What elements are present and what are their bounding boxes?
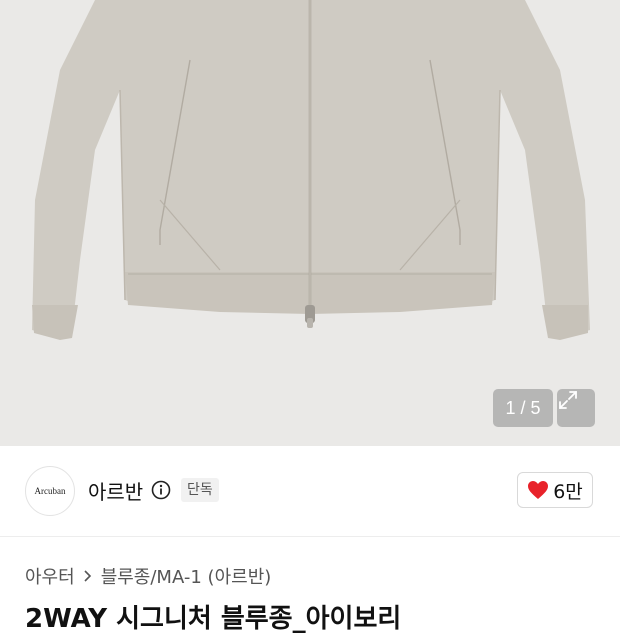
section-divider [0, 536, 620, 537]
product-image [32, 0, 590, 340]
brand-name[interactable]: 아르반 [88, 476, 143, 505]
expand-button[interactable] [557, 389, 595, 427]
chevron-right-icon [84, 570, 91, 582]
like-count: 6만 [553, 480, 583, 503]
product-title: 2WAY 시그니처 블루종_아이보리 [25, 604, 402, 634]
image-counter: 1 / 5 [493, 389, 553, 427]
heart-icon [528, 481, 549, 499]
brand-row: Arcuban 아르반 단독 6만 [0, 446, 620, 536]
brand-logo[interactable]: Arcuban [25, 466, 75, 516]
expand-icon [559, 391, 577, 409]
breadcrumb-subcategory[interactable]: 블루종/MA-1 (아르반) [101, 563, 272, 589]
brand-logo-text: Arcuban [34, 486, 66, 496]
info-icon[interactable] [151, 480, 171, 500]
product-image-gallery[interactable]: 1 / 5 [0, 0, 620, 446]
breadcrumb-category[interactable]: 아우터 [25, 563, 75, 589]
breadcrumb: 아우터 블루종/MA-1 (아르반) [25, 563, 271, 589]
like-button[interactable]: 6만 [517, 472, 593, 508]
exclusive-badge: 단독 [181, 478, 219, 502]
